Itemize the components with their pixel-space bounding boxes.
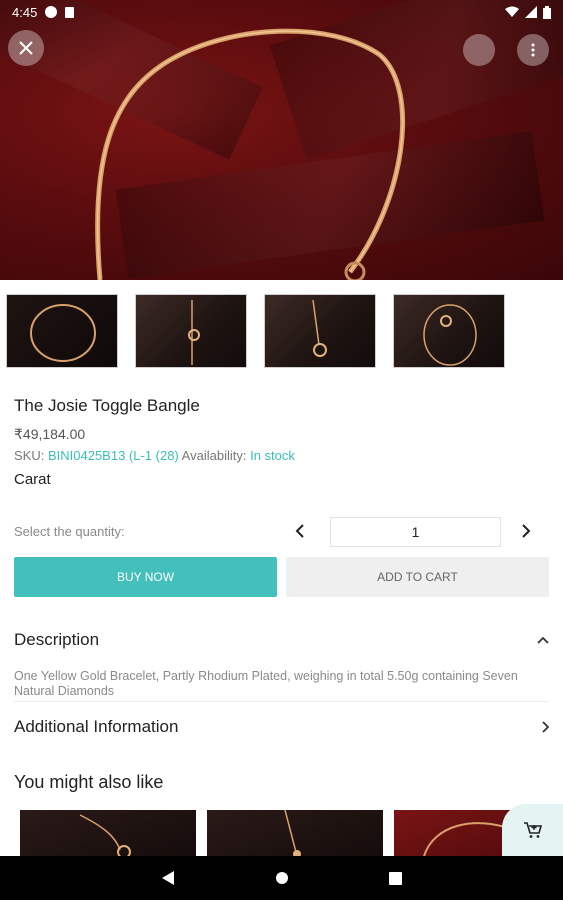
thumbnail-bangle [312,299,327,357]
recommendation-card-2[interactable] [207,810,383,856]
product-price: ₹49,184.00 [14,426,86,442]
close-icon [19,41,33,55]
close-button[interactable] [8,30,44,66]
add-to-cart-button[interactable]: ADD TO CART [286,557,549,597]
recommendation-card-1[interactable] [20,810,196,856]
chevron-left-icon [295,524,304,538]
thumbnail-bangle [188,300,200,365]
availability-label: Availability: [181,448,247,463]
status-bar: 4:45 [0,0,563,24]
battery-icon [543,5,551,19]
product-title: The Josie Toggle Bangle [14,396,200,415]
sku-value: BINI0425B13 (L-1 (28) [47,448,179,463]
description-heading: Description [14,630,100,649]
sku-availability-line: SKU: BINI0425B13 (L-1 (28) Availability:… [14,448,295,463]
availability-value: In stock [250,448,295,463]
divider [14,701,549,702]
wifi-icon [505,6,519,17]
thumbnail-4[interactable] [393,294,505,368]
back-icon[interactable] [161,870,175,886]
system-nav-bar [0,856,563,900]
additional-info-heading: Additional Information [14,717,179,736]
more-options-button[interactable] [517,34,549,66]
chevron-up-icon [537,636,549,644]
sku-label: SKU: [14,448,45,463]
chevron-right-icon [522,524,531,538]
thumbnail-bangle [30,304,96,362]
description-header[interactable]: Description [14,630,549,650]
signal-icon [525,6,537,18]
more-vert-icon [531,43,535,57]
quantity-decrease-button[interactable] [290,520,310,542]
google-icon [45,6,58,18]
thumbnail-1[interactable] [6,294,118,368]
sim-icon [65,6,75,18]
buy-now-button[interactable]: BUY NOW [14,557,277,597]
home-icon[interactable] [275,871,289,885]
recents-icon[interactable] [389,871,402,885]
cart-fab[interactable] [502,804,563,856]
thumbnail-bangle [423,304,477,366]
chevron-right-icon [542,721,549,733]
recommendation-image [284,810,301,856]
quantity-input[interactable]: 1 [330,517,501,547]
add-to-cart-icon [523,822,542,838]
recommendation-image [79,814,131,856]
additional-info-header[interactable]: Additional Information [14,717,549,737]
quantity-increase-button[interactable] [516,520,536,542]
description-text: One Yellow Gold Bracelet, Partly Rhodium… [14,669,518,698]
thumbnail-strip [6,294,505,368]
thumbnail-2[interactable] [135,294,247,368]
recommendations-heading: You might also like [14,772,164,792]
status-time: 4:45 [12,4,38,20]
quantity-label: Select the quantity: [14,524,125,539]
share-button[interactable] [463,34,495,66]
thumbnail-3[interactable] [264,294,376,368]
carat-label: Carat [14,471,51,488]
